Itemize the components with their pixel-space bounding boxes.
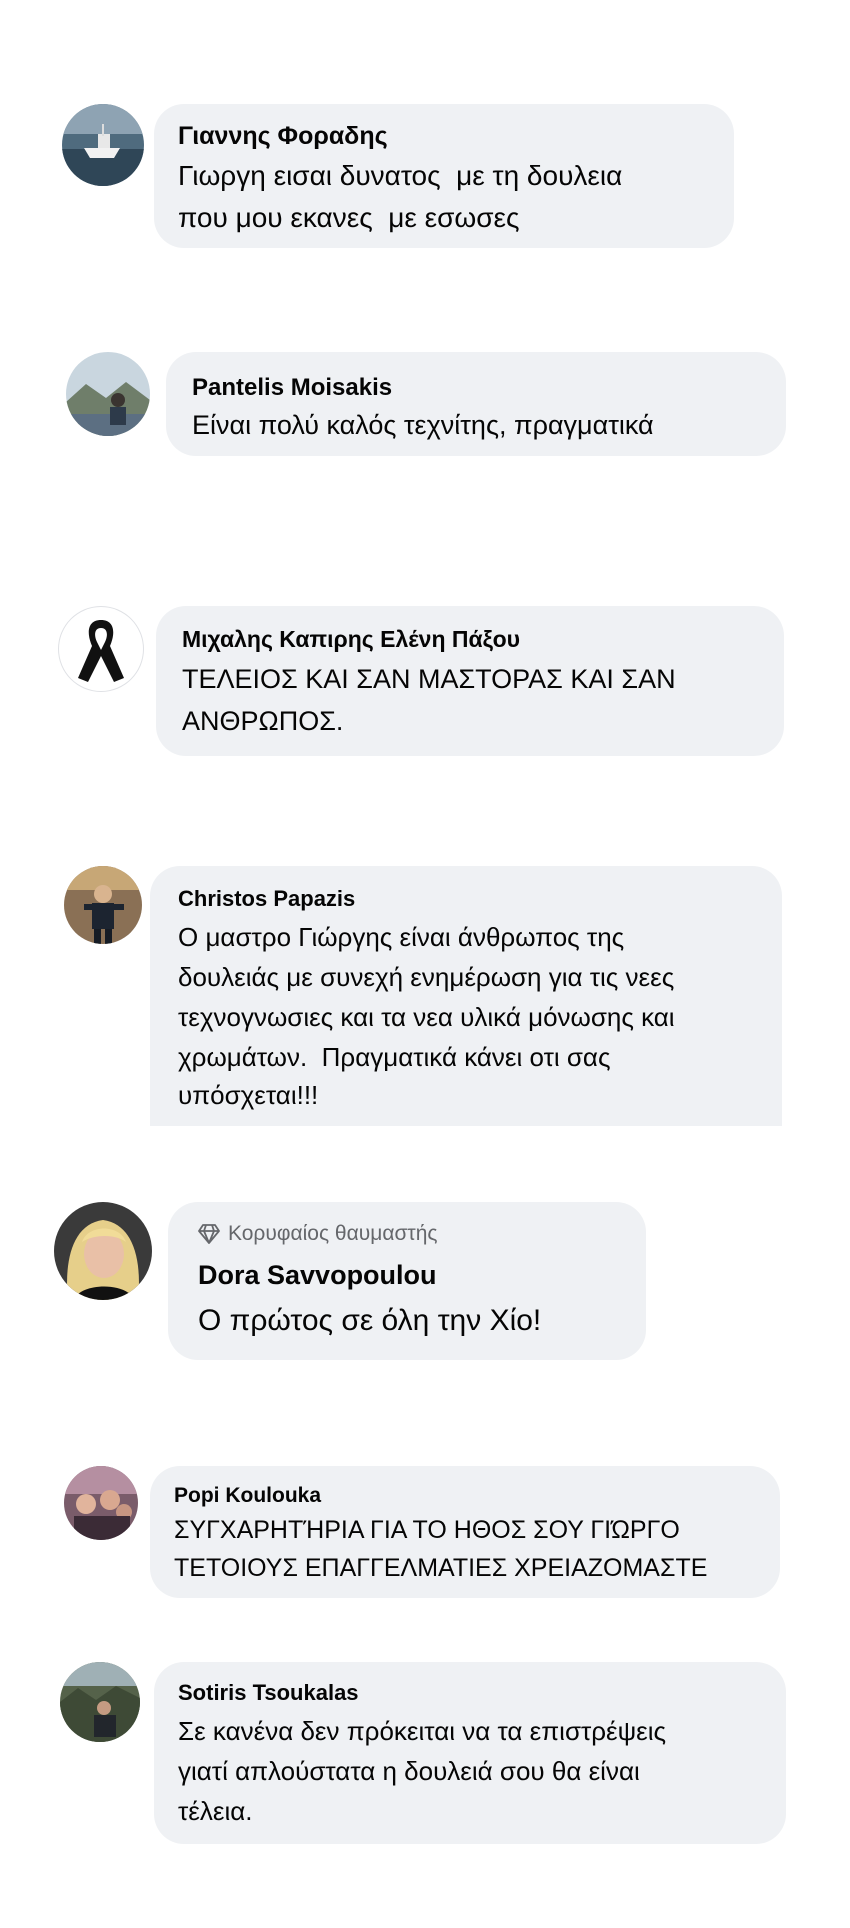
black-ribbon-icon[interactable]	[58, 606, 144, 692]
comment-text-line: χρωμάτων. Πραγματικά κάνει οτι σας	[178, 1042, 611, 1072]
diamond-icon	[198, 1224, 220, 1244]
comment-text-line: υπόσχεται!!!	[178, 1080, 319, 1110]
comment-bubble: Christos Papazis Ο μαστρο Γιώργης είναι …	[150, 866, 782, 1126]
comment-author[interactable]: Sotiris Tsoukalas	[178, 1680, 359, 1706]
comment-bubble: Μιχαλης Καπιρης Ελένη Πάξου ΤΕΛΕΙΟΣ ΚΑΙ …	[156, 606, 784, 756]
comment-author[interactable]: Γιαννης Φοραδης	[178, 122, 388, 151]
comment-text-line: ΤΕΛΕΙΟΣ ΚΑΙ ΣΑΝ ΜΑΣΤΟΡΑΣ ΚΑΙ ΣΑΝ	[182, 664, 676, 694]
comment-author[interactable]: Dora Savvopoulou	[198, 1260, 437, 1291]
comment-author[interactable]: Christos Papazis	[178, 886, 355, 912]
top-fan-badge: Κορυφαίος θαυμαστής	[198, 1222, 438, 1246]
portrait-photo-icon[interactable]	[54, 1202, 152, 1300]
outdoor-photo-icon[interactable]	[60, 1662, 140, 1742]
comment-text-line: γιατί απλούστατα η δουλειά σου θα είναι	[178, 1756, 640, 1786]
group-photo-icon[interactable]	[64, 1466, 138, 1540]
comment-bubble: Popi Koulouka ΣΥΓΧΑΡΗΤΉΡΙΑ ΓΙΑ ΤΟ ΗΘΟΣ Σ…	[150, 1466, 780, 1598]
comment-text-line: ΑΝΘΡΩΠΟΣ.	[182, 706, 344, 736]
boat-photo-icon[interactable]	[62, 104, 144, 186]
badge-label: Κορυφαίος θαυμαστής	[228, 1222, 438, 1245]
landscape-photo-icon[interactable]	[66, 352, 150, 436]
comment-text-line: Σε κανένα δεν πρόκειται να τα επιστρέψει…	[178, 1716, 667, 1746]
comment-bubble: Pantelis Moisakis Είναι πολύ καλός τεχνί…	[166, 352, 786, 456]
person-photo-icon[interactable]	[64, 866, 142, 944]
comment-text-line: Ο πρώτος σε όλη την Χίο!	[198, 1304, 542, 1337]
comment-text-line: Ο μαστρο Γιώργης είναι άνθρωπος της	[178, 922, 625, 952]
comment-text-line: Είναι πολύ καλός τεχνίτης, πραγματικά	[192, 410, 654, 440]
comment-text-line: ΤΕΤΟΙΟΥΣ ΕΠΑΓΓΕΛΜΑΤΙΕΣ ΧΡΕΙΑΖΟΜΑΣΤΕ	[174, 1554, 708, 1582]
comment-bubble: Sotiris Tsoukalas Σε κανένα δεν πρόκειτα…	[154, 1662, 786, 1844]
comment-text-line: τέλεια.	[178, 1796, 253, 1826]
comment-text-line: Γιωργη εισαι δυνατος με τη δουλεια	[178, 160, 623, 191]
comment-text-line: τεχνογνωσιες και τα νεα υλικά μόνωσης κα…	[178, 1002, 675, 1032]
comment-text-line: δουλειάς με συνεχή ενημέρωση για τις νεε…	[178, 962, 675, 992]
comment-text-line: που μου εκανες με εσωσες	[178, 202, 520, 233]
comment-author[interactable]: Popi Koulouka	[174, 1484, 321, 1508]
comment-bubble: Γιαννης Φοραδης Γιωργη εισαι δυνατος με …	[154, 104, 734, 248]
comment-author[interactable]: Pantelis Moisakis	[192, 374, 392, 402]
comment-author[interactable]: Μιχαλης Καπιρης Ελένη Πάξου	[182, 626, 520, 653]
comment-text-line: ΣΥΓΧΑΡΗΤΉΡΙΑ ΓΙΑ ΤΟ ΗΘΟΣ ΣΟΥ ΓΙΏΡΓΟ	[174, 1516, 680, 1544]
comment-bubble: Κορυφαίος θαυμαστής Dora Savvopoulou Ο π…	[168, 1202, 646, 1360]
